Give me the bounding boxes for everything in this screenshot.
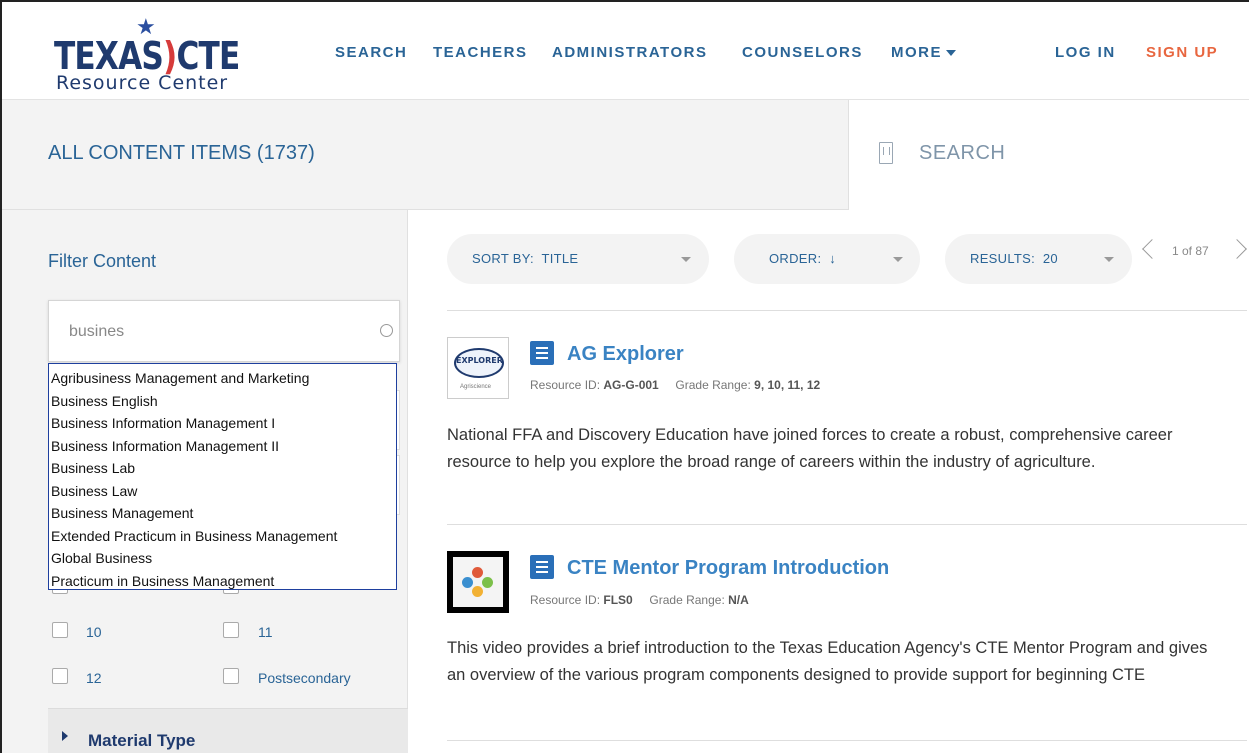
results-text: RESULTS: 20 — [970, 251, 1058, 266]
grade-12-label: 12 — [86, 670, 102, 686]
checkbox-grade-12[interactable] — [52, 668, 68, 684]
autocomplete-option[interactable]: Agribusiness Management and Marketing — [49, 367, 396, 390]
order-select[interactable]: ORDER: ↓ — [734, 234, 920, 284]
divider — [447, 740, 1247, 741]
checkbox-postsecondary[interactable] — [223, 668, 239, 684]
divider — [447, 524, 1247, 525]
result-description: National FFA and Discovery Education hav… — [447, 426, 1173, 471]
nav-teachers[interactable]: TEACHERS — [433, 44, 528, 61]
mentor-graphic — [453, 557, 503, 607]
page-title: ALL CONTENT ITEMS (1737) — [48, 142, 315, 164]
autocomplete-option[interactable]: Business Management — [49, 502, 396, 525]
caret-right-icon — [62, 731, 68, 741]
title-bar: ALL CONTENT ITEMS (1737) SEARCH — [2, 100, 1249, 210]
checkbox-grade-10[interactable] — [52, 622, 68, 638]
filter-input-value: busines — [69, 323, 125, 340]
autocomplete-option[interactable]: Business Information Management I — [49, 412, 396, 435]
material-type-label: Material Type — [88, 731, 196, 750]
pager-text: 1 of 87 — [1172, 244, 1209, 258]
search-icon — [879, 142, 893, 164]
thumb-text: EXPLORER — [456, 356, 503, 365]
filter-input[interactable]: busines — [48, 300, 400, 362]
grade-11-label: 11 — [258, 624, 273, 640]
autocomplete-option[interactable]: Practicum in Business Management — [49, 570, 396, 593]
chevron-down-icon — [946, 50, 956, 57]
logo-subtitle: Resource Center — [56, 72, 229, 94]
chevron-down-icon — [893, 257, 903, 262]
nav-administrators[interactable]: ADMINISTRATORS — [552, 44, 707, 61]
nav-more[interactable]: MORE — [891, 44, 956, 61]
search-label: SEARCH — [919, 142, 1006, 164]
filter-title: Filter Content — [48, 251, 157, 271]
page: ★ TEXAS)CTE Resource Center SEARCH TEACH… — [0, 0, 1249, 753]
autocomplete-option[interactable]: Global Business — [49, 547, 396, 570]
nav-counselors[interactable]: COUNSELORS — [742, 44, 863, 61]
result-description: This video provides a brief introduction… — [447, 639, 1208, 684]
site-logo[interactable]: ★ TEXAS)CTE Resource Center — [54, 14, 244, 96]
nav-search[interactable]: SEARCH — [335, 44, 407, 61]
order-text: ORDER: ↓ — [769, 251, 836, 266]
sort-by-select[interactable]: SORT BY: TITLE — [447, 234, 709, 284]
result-title[interactable]: CTE Mentor Program Introduction — [567, 557, 889, 580]
autocomplete-option[interactable]: Business Information Management II — [49, 435, 396, 458]
postsecondary-label: Postsecondary — [258, 670, 351, 686]
sort-by-text: SORT BY: TITLE — [472, 251, 579, 266]
document-icon — [530, 341, 554, 365]
checkbox-grade-11[interactable] — [223, 622, 239, 638]
autocomplete-option[interactable]: Extended Practicum in Business Managemen… — [49, 525, 396, 548]
result-title[interactable]: AG Explorer — [567, 343, 684, 366]
result-meta: Resource ID: AG-G-001 Grade Range: 9, 10… — [530, 378, 821, 392]
result-thumbnail[interactable] — [447, 551, 509, 613]
document-icon — [530, 555, 554, 579]
grade-10-label: 10 — [86, 624, 102, 640]
results-select[interactable]: RESULTS: 20 — [945, 234, 1132, 284]
chevron-right-icon[interactable] — [1227, 239, 1247, 259]
signup-link[interactable]: SIGN UP — [1146, 44, 1218, 61]
autocomplete-option[interactable]: Business Law — [49, 480, 396, 503]
filter-sidebar: Filter Content busines Agribusiness Mana… — [2, 210, 408, 753]
login-link[interactable]: LOG IN — [1055, 44, 1116, 61]
thumb-subtext: Agriscience — [460, 384, 492, 390]
result-meta: Resource ID: FLS0 Grade Range: N/A — [530, 593, 749, 607]
site-header: ★ TEXAS)CTE Resource Center SEARCH TEACH… — [2, 2, 1249, 100]
result-thumbnail[interactable]: EXPLORER Agriscience — [447, 337, 509, 399]
loading-circle-icon — [380, 324, 393, 337]
autocomplete-option[interactable]: Business Lab — [49, 457, 396, 480]
autocomplete-dropdown: Agribusiness Management and Marketing Bu… — [48, 363, 397, 590]
search-box[interactable]: SEARCH — [848, 100, 1249, 210]
chevron-down-icon — [1104, 257, 1114, 262]
material-type-toggle[interactable]: Material Type — [48, 708, 408, 753]
nav-more-label: MORE — [891, 44, 942, 61]
autocomplete-option[interactable]: Business English — [49, 390, 396, 413]
chevron-left-icon[interactable] — [1142, 239, 1162, 259]
divider — [447, 310, 1247, 311]
chevron-down-icon — [681, 257, 691, 262]
